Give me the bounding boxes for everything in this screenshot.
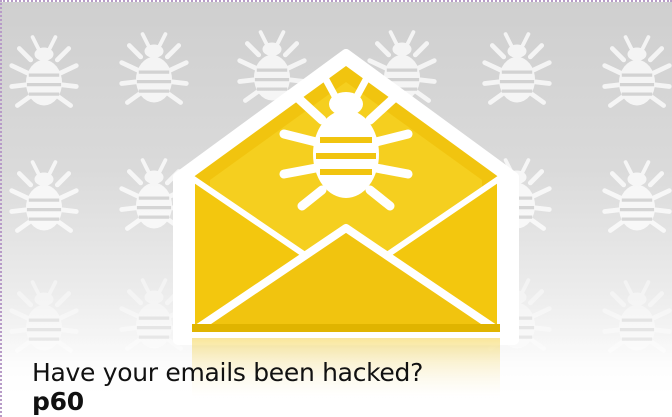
headline-text: Have your emails been hacked?	[32, 358, 424, 387]
feature-artwork	[2, 2, 672, 417]
feature-caption[interactable]: Have your emails been hacked? p60	[32, 358, 452, 416]
page-reference[interactable]: p60	[32, 387, 84, 416]
open-envelope-with-bug-icon	[173, 49, 519, 345]
feature-teaser-panel: Have your emails been hacked? p60	[0, 0, 672, 417]
